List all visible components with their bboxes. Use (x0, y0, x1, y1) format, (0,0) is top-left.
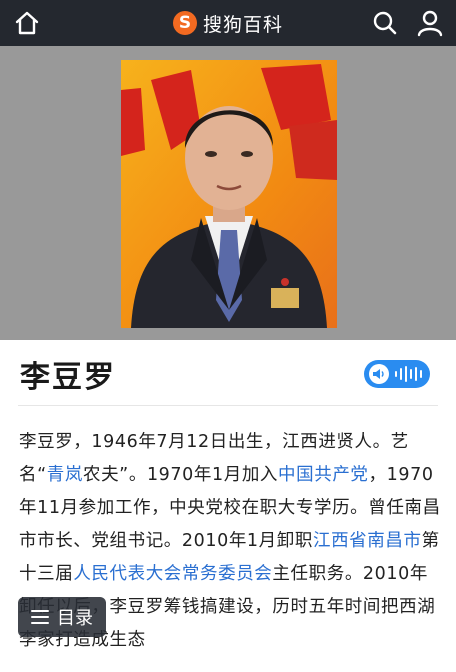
home-icon[interactable] (14, 10, 40, 36)
sogou-logo-icon: S (172, 11, 197, 35)
entry-header: 李豆罗 (0, 340, 456, 406)
user-icon[interactable] (416, 9, 444, 37)
hero-banner (0, 46, 456, 340)
title-divider (18, 405, 438, 406)
portrait-image[interactable] (121, 60, 337, 328)
menu-icon (31, 610, 49, 624)
search-icon[interactable] (372, 10, 398, 36)
link-npc-standing-committee[interactable]: 人民代表大会常务委员会 (73, 564, 272, 584)
brand-name: 搜狗百科 (202, 13, 283, 36)
sound-wave-icon (395, 366, 422, 382)
speaker-icon (369, 364, 389, 384)
brand-logo[interactable]: S 搜狗百科 (172, 10, 283, 37)
link-nanchang[interactable]: 江西省南昌市 (313, 531, 422, 551)
link-ccp[interactable]: 中国共产党 (278, 465, 369, 485)
toc-label: 目录 (57, 608, 93, 629)
toc-button[interactable]: 目录 (18, 597, 106, 637)
audio-play-button[interactable] (364, 360, 430, 388)
summary-text: 农夫”。1970年1月加入 (82, 465, 279, 485)
top-bar: S 搜狗百科 (0, 0, 456, 46)
link-qinglan[interactable]: 青岚 (47, 465, 83, 485)
entry-title: 李豆罗 (20, 360, 116, 395)
